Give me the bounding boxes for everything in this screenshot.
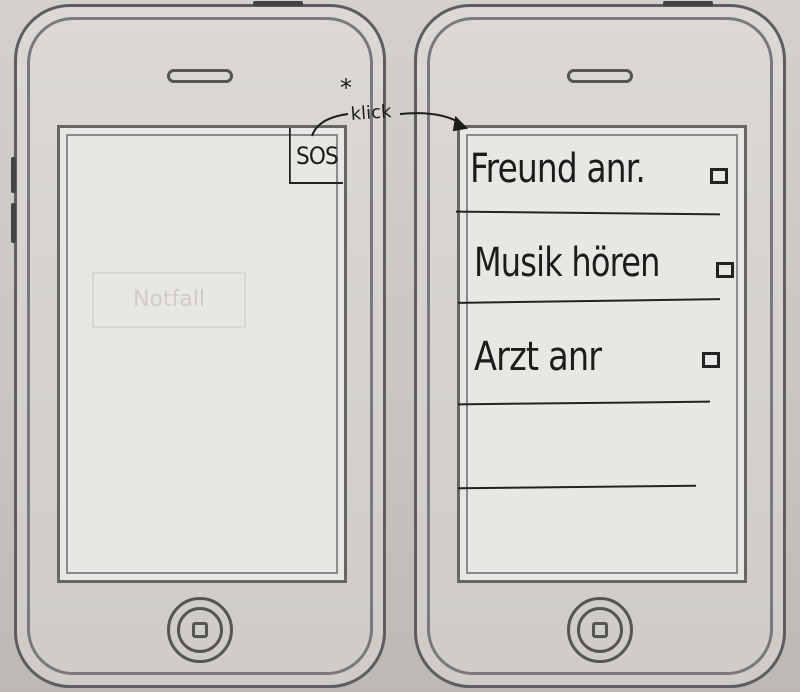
phone-screen xyxy=(57,125,347,583)
speaker-slot xyxy=(167,69,233,83)
home-square-icon xyxy=(592,622,608,638)
home-button[interactable] xyxy=(567,597,633,663)
power-button xyxy=(663,1,713,6)
checkbox[interactable] xyxy=(702,352,720,368)
home-square-icon xyxy=(192,622,208,638)
annotation-klick-label: klick xyxy=(350,101,393,125)
home-button-ring xyxy=(177,607,223,653)
faint-erased-button: Notfall xyxy=(92,272,246,328)
speaker-slot xyxy=(567,69,633,83)
power-button xyxy=(253,1,303,6)
home-button-ring xyxy=(577,607,623,653)
volume-down-button xyxy=(11,203,16,243)
list-item-label: Arzt anr xyxy=(474,334,602,380)
screen-frame xyxy=(66,134,338,574)
list-item-label: Musik hören xyxy=(474,240,660,286)
volume-up-button xyxy=(11,157,16,193)
home-button[interactable] xyxy=(167,597,233,663)
phone-mockup-home xyxy=(11,1,386,688)
list-item-label: Freund anr. xyxy=(470,146,646,192)
annotation-star: * xyxy=(340,74,352,102)
checkbox[interactable] xyxy=(716,262,734,278)
checkbox[interactable] xyxy=(710,168,728,184)
sos-button[interactable]: SOS xyxy=(289,128,343,184)
